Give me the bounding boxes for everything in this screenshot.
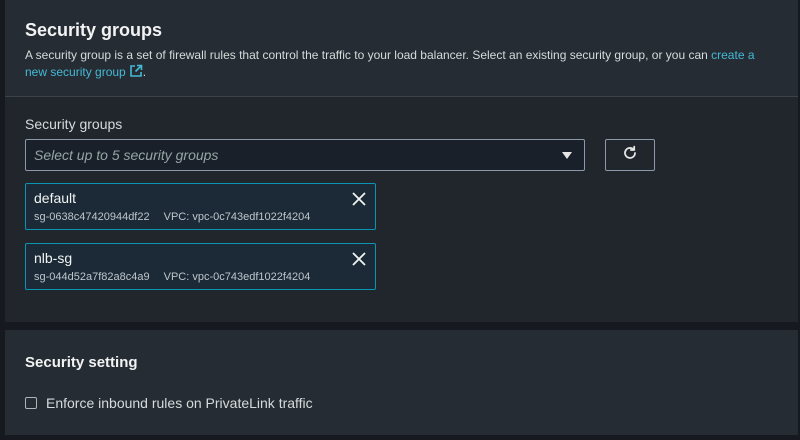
remove-token-button[interactable] [351,191,367,207]
caret-down-icon [562,152,572,159]
token-name: nlb-sg [34,250,73,266]
page: Security groups A security group is a se… [0,0,800,440]
selected-security-group-token: nlb-sg sg-044d52a7f82a8c4a9 VPC: vpc-0c74… [25,243,376,290]
security-groups-field-label: Security groups [25,116,123,132]
remove-token-button[interactable] [351,251,367,267]
security-groups-header: Security groups A security group is a se… [5,0,798,97]
privatelink-enforce-option[interactable]: Enforce inbound rules on PrivateLink tra… [25,395,313,411]
token-group-id: sg-044d52a7f82a8c4a9 [34,271,150,283]
token-group-id: sg-0638c47420944df22 [34,211,150,223]
security-groups-panel: Security groups A security group is a se… [5,0,798,322]
selected-security-group-token: default sg-0638c47420944df22 VPC: vpc-0c7… [25,183,376,230]
description-end: . [142,65,147,79]
token-meta: sg-044d52a7f82a8c4a9 VPC: vpc-0c743edf102… [34,271,310,283]
security-setting-title: Security setting [25,354,138,371]
external-link-icon [129,64,143,83]
refresh-button[interactable] [605,139,655,171]
security-groups-title: Security groups [25,20,163,40]
close-icon [352,252,366,266]
privatelink-enforce-label: Enforce inbound rules on PrivateLink tra… [46,395,313,411]
token-name: default [34,190,77,206]
description-text: A security group is a set of firewall ru… [25,48,712,62]
select-placeholder: Select up to 5 security groups [34,147,219,163]
security-groups-description: A security group is a set of firewall ru… [25,47,777,83]
token-vpc: VPC: vpc-0c743edf1022f4204 [163,211,311,223]
security-groups-select[interactable]: Select up to 5 security groups [25,139,585,171]
privatelink-enforce-checkbox[interactable] [25,397,37,409]
token-vpc: VPC: vpc-0c743edf1022f4204 [163,271,311,283]
security-setting-panel: Security setting Enforce inbound rules o… [5,330,798,435]
close-icon [352,192,366,206]
security-groups-body: Security groups Select up to 5 security … [5,97,798,321]
refresh-icon [622,145,638,166]
token-meta: sg-0638c47420944df22 VPC: vpc-0c743edf102… [34,211,310,223]
